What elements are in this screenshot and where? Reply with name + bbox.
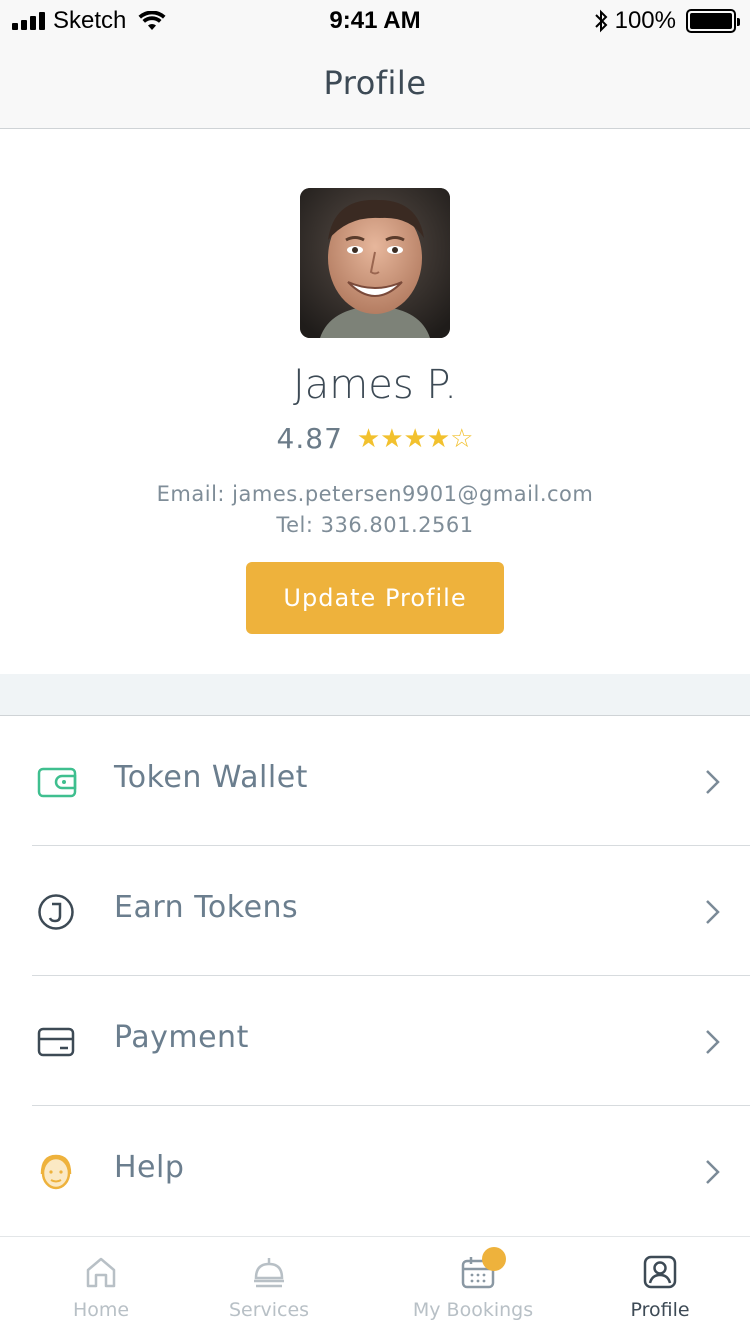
- navigation-bar: Profile: [0, 40, 750, 129]
- menu-item-label: Token Wallet: [114, 760, 308, 795]
- status-bar-right: 100%: [593, 7, 740, 35]
- tab-home[interactable]: Home: [40, 1237, 162, 1334]
- email-text: Email: james.petersen9901@gmail.com: [156, 482, 594, 506]
- wallet-icon: [37, 767, 77, 798]
- bluetooth-icon: [594, 9, 608, 33]
- battery-icon: [686, 9, 740, 33]
- update-profile-button[interactable]: Update Profile: [246, 562, 504, 634]
- chevron-right-icon: [706, 770, 720, 794]
- tab-my-bookings[interactable]: My Bookings: [406, 1237, 540, 1334]
- phone-text: Tel: 336.801.2561: [276, 513, 474, 537]
- credit-card-icon: [37, 1027, 75, 1057]
- help-agent-icon: [40, 1154, 72, 1190]
- menu-item-earn-tokens[interactable]: Earn Tokens: [0, 846, 750, 976]
- status-bar: Sketch 9:41 AM 100%: [0, 0, 750, 40]
- tab-bar: Home Services My Bookings Profile: [0, 1236, 750, 1334]
- chevron-right-icon: [706, 1160, 720, 1184]
- star-rating-icon: ★★★★☆: [356, 423, 474, 454]
- home-icon: [86, 1257, 116, 1288]
- user-name: James P.: [292, 362, 458, 408]
- profile-icon: [643, 1255, 677, 1289]
- token-coin-icon: [38, 894, 74, 930]
- page-title: Profile: [323, 64, 427, 102]
- tab-profile[interactable]: Profile: [600, 1237, 720, 1334]
- tab-label: My Bookings: [412, 1299, 534, 1321]
- rating-row: 4.87 ★★★★☆: [0, 422, 750, 455]
- tab-label: Services: [228, 1299, 310, 1321]
- avatar-photo: [300, 188, 450, 338]
- menu-item-help[interactable]: Help: [0, 1106, 750, 1236]
- tab-label: Profile: [630, 1299, 690, 1321]
- tab-label: Home: [72, 1299, 130, 1321]
- menu-item-label: Payment: [114, 1020, 249, 1055]
- chevron-right-icon: [706, 900, 720, 924]
- menu-item-payment[interactable]: Payment: [0, 976, 750, 1106]
- rating-value: 4.87: [276, 422, 343, 455]
- menu-item-label: Help: [114, 1150, 185, 1185]
- notification-badge: [482, 1247, 506, 1271]
- menu-item-token-wallet[interactable]: Token Wallet: [0, 716, 750, 846]
- menu-item-label: Earn Tokens: [114, 890, 299, 925]
- avatar[interactable]: [300, 188, 450, 338]
- battery-percent: 100%: [614, 7, 676, 34]
- service-bell-icon: [254, 1258, 284, 1288]
- section-separator: [0, 674, 750, 716]
- chevron-right-icon: [706, 1030, 720, 1054]
- tab-services[interactable]: Services: [208, 1237, 330, 1334]
